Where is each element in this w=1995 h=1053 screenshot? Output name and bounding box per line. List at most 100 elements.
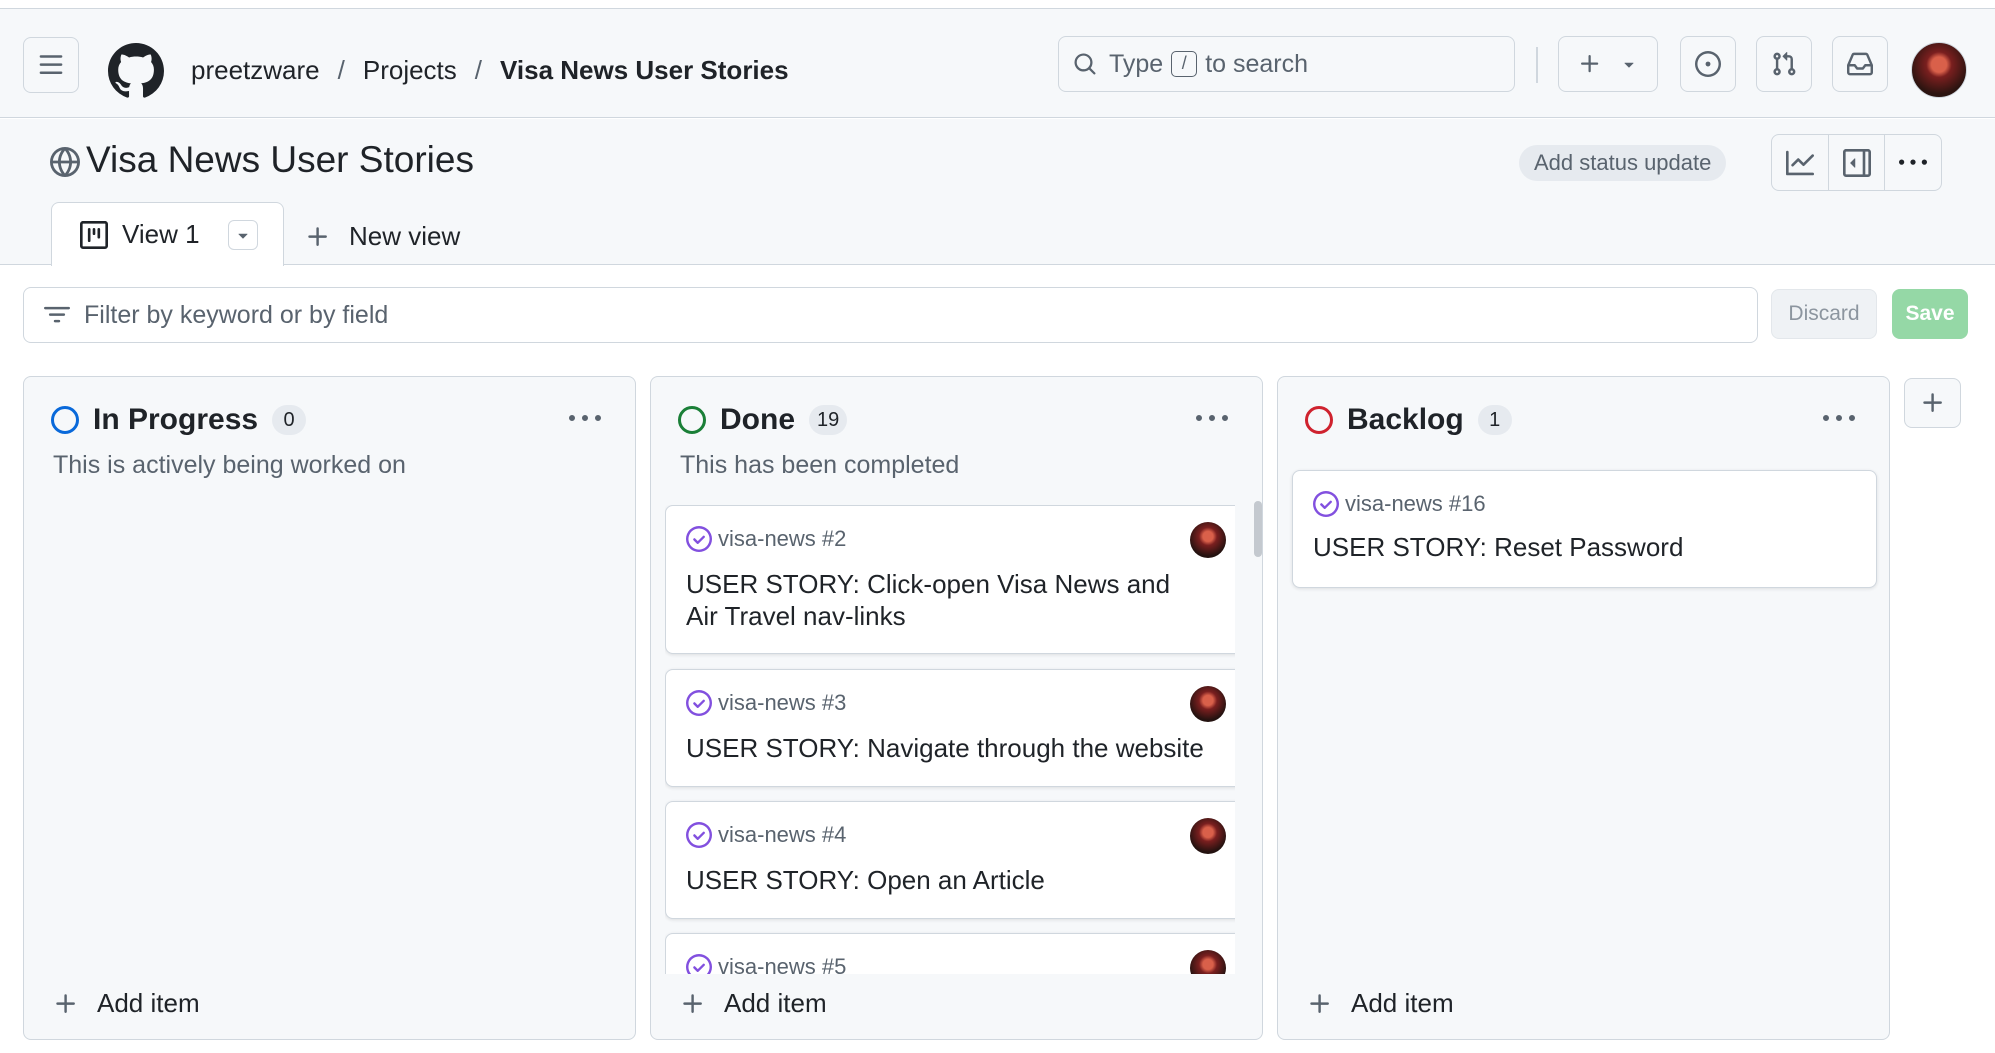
header-divider bbox=[1536, 47, 1538, 83]
search-input[interactable]: Type / to search bbox=[1058, 36, 1515, 92]
issue-number: visa-news #16 bbox=[1345, 491, 1486, 516]
column-description: This has been completed bbox=[680, 451, 960, 479]
page-title: Visa News User Stories bbox=[86, 139, 474, 180]
add-item-button[interactable]: Add item bbox=[53, 988, 200, 1019]
project-board-icon bbox=[80, 220, 108, 249]
hamburger-icon bbox=[39, 55, 63, 74]
assignee-avatar[interactable] bbox=[1190, 686, 1226, 722]
filter-input[interactable]: Filter by keyword or by field bbox=[23, 287, 1758, 343]
breadcrumb-projects[interactable]: Projects bbox=[363, 55, 457, 86]
column-in-progress: In Progress 0 This is actively being wor… bbox=[23, 376, 636, 1040]
status-circle-icon bbox=[51, 406, 79, 434]
issues-button[interactable] bbox=[1680, 36, 1736, 92]
issue-title[interactable]: USER STORY: Open an Article bbox=[686, 864, 1206, 896]
breadcrumb-separator: / bbox=[474, 55, 483, 85]
add-item-button[interactable]: Add item bbox=[680, 988, 827, 1019]
status-circle-icon bbox=[678, 406, 706, 434]
new-view-label: New view bbox=[349, 221, 461, 251]
tab-label: View 1 bbox=[122, 219, 200, 249]
inbox-button[interactable] bbox=[1832, 36, 1888, 92]
issue-number: visa-news #4 bbox=[718, 822, 847, 847]
issue-reference[interactable]: visa-news #5 bbox=[686, 954, 846, 974]
issue-card[interactable]: visa-news #2 USER STORY: Click-open Visa… bbox=[665, 505, 1235, 654]
issue-card[interactable]: visa-news #4 USER STORY: Open an Article bbox=[665, 801, 1235, 919]
view-options-button[interactable] bbox=[227, 219, 258, 250]
issue-number: visa-news #5 bbox=[718, 954, 847, 974]
issue-reference[interactable]: visa-news #16 bbox=[1313, 491, 1486, 517]
project-header: Visa News User Stories Add status update… bbox=[0, 119, 1995, 266]
globe-icon bbox=[50, 147, 80, 177]
github-logo-icon[interactable] bbox=[108, 43, 164, 99]
column-count-badge: 19 bbox=[809, 405, 848, 435]
assignee-avatar[interactable] bbox=[1190, 522, 1226, 558]
issue-card[interactable]: visa-news #5 bbox=[665, 933, 1235, 974]
save-button[interactable]: Save bbox=[1892, 289, 1968, 339]
triangle-down-icon bbox=[1623, 62, 1634, 68]
hamburger-button[interactable] bbox=[23, 37, 79, 93]
user-avatar[interactable] bbox=[1911, 42, 1967, 98]
breadcrumb-separator: / bbox=[337, 55, 345, 85]
check-circle-icon bbox=[686, 954, 712, 974]
insights-button[interactable] bbox=[1772, 135, 1828, 190]
issue-reference[interactable]: visa-news #4 bbox=[686, 822, 846, 848]
breadcrumb-current-project[interactable]: Visa News User Stories bbox=[500, 55, 789, 86]
plus-icon bbox=[56, 993, 75, 1013]
column-description: This is actively being worked on bbox=[53, 451, 406, 479]
issue-title[interactable]: USER STORY: Reset Password bbox=[1313, 531, 1833, 563]
add-item-label: Add item bbox=[1351, 988, 1454, 1018]
issue-reference[interactable]: visa-news #2 bbox=[686, 526, 846, 552]
search-shortcut-key: / bbox=[1171, 51, 1198, 77]
add-item-label: Add item bbox=[724, 988, 827, 1018]
git-pull-request-icon bbox=[1773, 51, 1796, 76]
tab-view-1[interactable]: View 1 bbox=[51, 202, 284, 266]
graph-icon bbox=[1785, 150, 1814, 175]
issue-number: visa-news #2 bbox=[718, 526, 847, 551]
add-item-label: Add item bbox=[97, 988, 200, 1018]
add-item-button[interactable]: Add item bbox=[1307, 988, 1454, 1019]
column-backlog: Backlog 1 visa-news #16 USER STORY: Rese… bbox=[1277, 376, 1890, 1040]
triangle-down-icon bbox=[238, 233, 248, 239]
pull-requests-button[interactable] bbox=[1756, 36, 1812, 92]
add-status-update-button[interactable]: Add status update bbox=[1519, 145, 1727, 181]
kebab-horizontal-icon[interactable] bbox=[569, 403, 601, 435]
cards-list[interactable]: visa-news #2 USER STORY: Click-open Visa… bbox=[665, 505, 1235, 974]
check-circle-icon bbox=[1313, 491, 1339, 517]
column-title: Done bbox=[720, 403, 795, 436]
scrollbar[interactable] bbox=[1254, 501, 1262, 557]
issue-card[interactable]: visa-news #16 USER STORY: Reset Password bbox=[1292, 470, 1877, 588]
kebab-horizontal-icon bbox=[1899, 159, 1928, 165]
column-count-badge: 1 bbox=[1477, 405, 1512, 435]
column-title: In Progress bbox=[93, 403, 259, 436]
assignee-avatar[interactable] bbox=[1190, 818, 1226, 854]
kebab-horizontal-icon[interactable] bbox=[1823, 403, 1855, 435]
column-count-badge: 0 bbox=[272, 405, 307, 435]
check-circle-icon bbox=[686, 822, 712, 848]
status-circle-icon bbox=[1305, 406, 1333, 434]
new-view-button[interactable]: New view bbox=[305, 221, 460, 252]
issue-title[interactable]: USER STORY: Click-open Visa News and Air… bbox=[686, 568, 1206, 632]
project-more-button[interactable] bbox=[1884, 135, 1941, 190]
side-panel-button[interactable] bbox=[1827, 135, 1885, 190]
project-toolbar bbox=[1771, 134, 1942, 191]
filter-icon bbox=[44, 306, 70, 323]
inbox-icon bbox=[1847, 52, 1873, 76]
column-header: In Progress 0 bbox=[51, 403, 307, 437]
search-prefix: Type bbox=[1109, 49, 1164, 78]
discard-button[interactable]: Discard bbox=[1771, 289, 1877, 339]
issue-reference[interactable]: visa-news #3 bbox=[686, 690, 846, 716]
issue-title[interactable]: USER STORY: Navigate through the website bbox=[686, 732, 1206, 764]
check-circle-icon bbox=[686, 690, 712, 716]
add-column-button[interactable] bbox=[1904, 378, 1961, 428]
assignee-avatar[interactable] bbox=[1190, 950, 1226, 974]
issue-card[interactable]: visa-news #3 USER STORY: Navigate throug… bbox=[665, 669, 1235, 787]
kebab-horizontal-icon[interactable] bbox=[1196, 403, 1228, 435]
sidebar-expand-icon bbox=[1842, 148, 1871, 177]
global-header: preetzware / Projects / Visa News User S… bbox=[0, 8, 1995, 118]
issue-opened-icon bbox=[1695, 51, 1721, 77]
filter-placeholder: Filter by keyword or by field bbox=[84, 300, 389, 329]
plus-icon bbox=[683, 993, 702, 1013]
create-new-button[interactable] bbox=[1558, 36, 1658, 92]
search-icon bbox=[1074, 53, 1096, 75]
plus-icon bbox=[1310, 993, 1329, 1013]
breadcrumb-owner[interactable]: preetzware bbox=[191, 55, 320, 86]
